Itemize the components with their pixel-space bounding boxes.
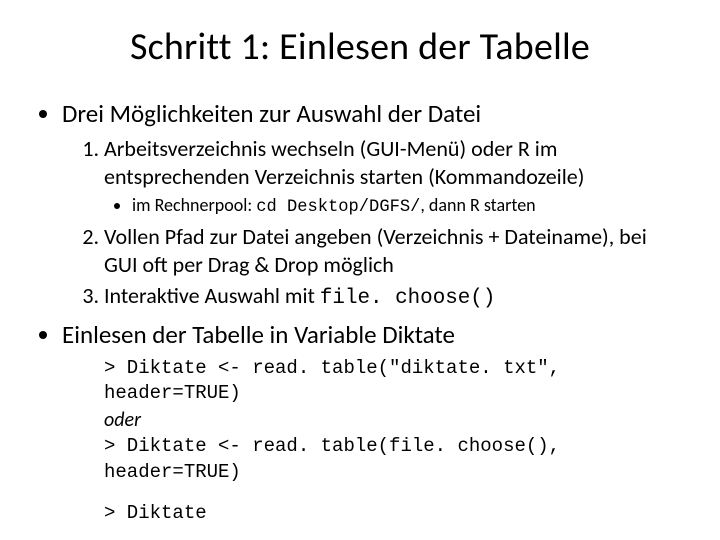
code-line-2: > Diktate <- read. table(file. choose(),… [104, 434, 682, 485]
item-fullpath: Vollen Pfad zur Datei angeben (Verzeichn… [104, 223, 682, 278]
sub-list: im Rechnerpool: cd Desktop/DGFS/, dann R… [104, 194, 682, 219]
code-line-1: > Diktate <- read. table("diktate. txt",… [104, 356, 682, 407]
item-rechnerpool: im Rechnerpool: cd Desktop/DGFS/, dann R… [132, 194, 682, 219]
slide: Schritt 1: Einlesen der Tabelle Drei Mög… [0, 0, 720, 540]
item-workdir: Arbeitsverzeichnis wechseln (GUI-Menü) o… [104, 135, 682, 219]
bullet-text: Drei Möglichkeiten zur Auswahl der Datei [62, 98, 481, 129]
bullet-file-options: Drei Möglichkeiten zur Auswahl der Datei… [62, 98, 682, 313]
bullet-read-table: Einlesen der Tabelle in Variable Diktate… [62, 319, 682, 527]
sub-pre: im Rechnerpool: [132, 194, 256, 216]
top-list: Drei Möglichkeiten zur Auswahl der Datei… [38, 98, 682, 527]
bullet-text: Einlesen der Tabelle in Variable Diktate [62, 319, 455, 350]
sub-code: cd Desktop/DGFS/ [256, 198, 420, 217]
item-text: Vollen Pfad zur Datei angeben (Verzeichn… [104, 223, 647, 278]
slide-title: Schritt 1: Einlesen der Tabelle [38, 24, 682, 70]
item-filechoose: Interaktive Auswahl mit file. choose() [104, 282, 682, 312]
item-text: Arbeitsverzeichnis wechseln (GUI-Menü) o… [104, 135, 584, 190]
item-pre: Interaktive Auswahl mit [104, 282, 320, 309]
sub-post: , dann R starten [420, 194, 535, 216]
code-oder: oder [104, 408, 141, 432]
numbered-list: Arbeitsverzeichnis wechseln (GUI-Menü) o… [62, 135, 682, 312]
code-line-3: > Diktate [104, 501, 682, 527]
item-code: file. choose() [320, 287, 496, 310]
code-block: > Diktate <- read. table("diktate. txt",… [104, 356, 682, 527]
